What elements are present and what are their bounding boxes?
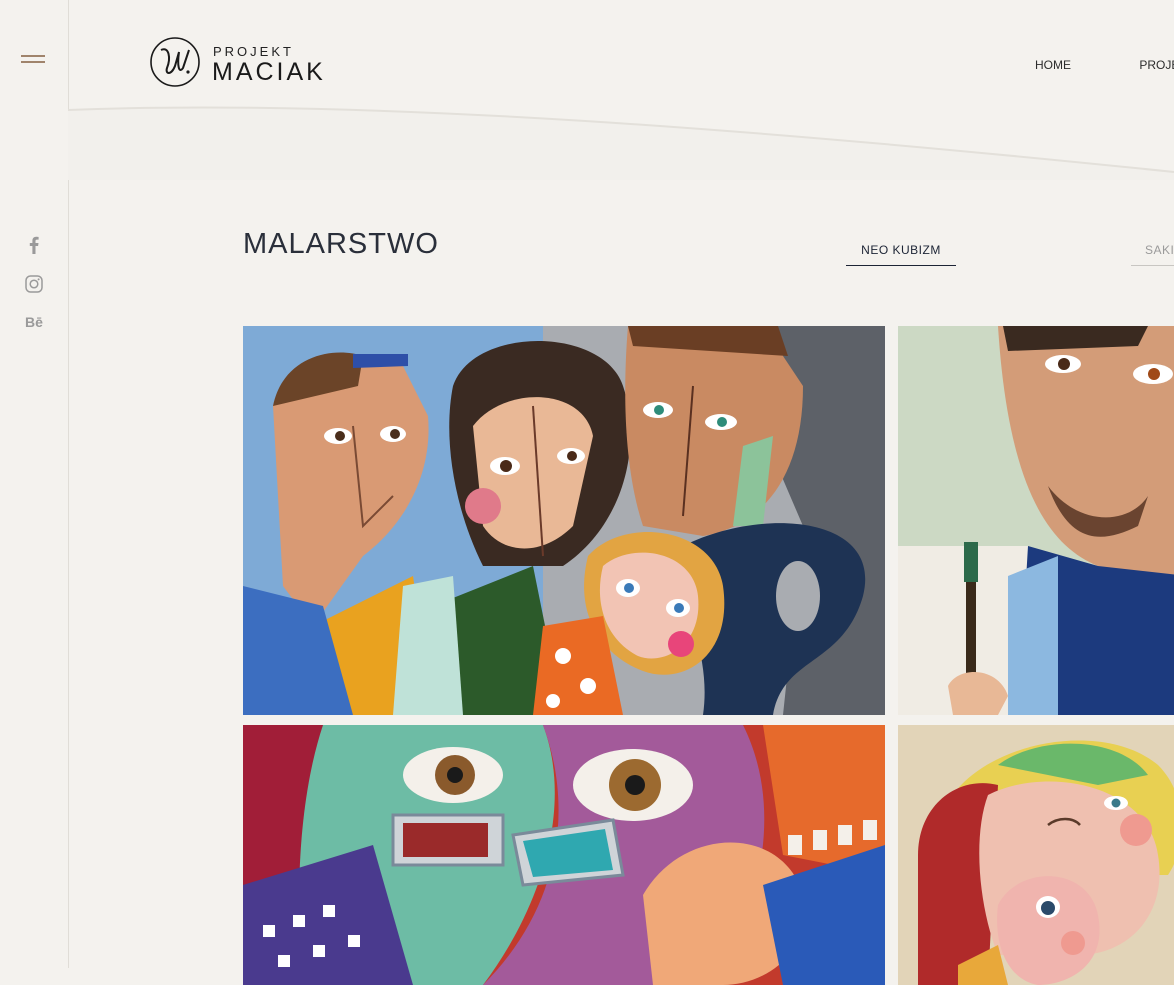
facebook-icon[interactable] — [0, 236, 68, 259]
left-rail: Bē — [0, 0, 69, 968]
main-nav: HOME PROJEK — [1035, 58, 1174, 72]
painting-thumbnail[interactable] — [898, 725, 1174, 985]
menu-icon[interactable] — [21, 55, 45, 65]
instagram-icon[interactable] — [0, 275, 68, 298]
logo-mark-icon — [150, 37, 200, 87]
logo[interactable]: PROJEKT MACIAK — [149, 36, 359, 92]
header-wave-divider — [68, 106, 1174, 180]
nav-item-projekty[interactable]: PROJEK — [1139, 58, 1174, 72]
logo-text-small: PROJEKT — [213, 44, 294, 59]
page-title: MALARSTWO — [243, 228, 439, 260]
nav-item-home[interactable]: HOME — [1035, 58, 1071, 72]
filter-tab-sakralne[interactable]: SAKI — [1131, 243, 1174, 266]
painting-thumbnail[interactable] — [243, 326, 885, 715]
painting-thumbnail[interactable] — [243, 725, 885, 985]
behance-icon[interactable]: Bē — [0, 314, 68, 330]
painting-thumbnail[interactable] — [898, 326, 1174, 715]
filter-tab-neo-kubizm[interactable]: NEO KUBIZM — [846, 243, 956, 266]
logo-text-big: MACIAK — [212, 58, 326, 86]
